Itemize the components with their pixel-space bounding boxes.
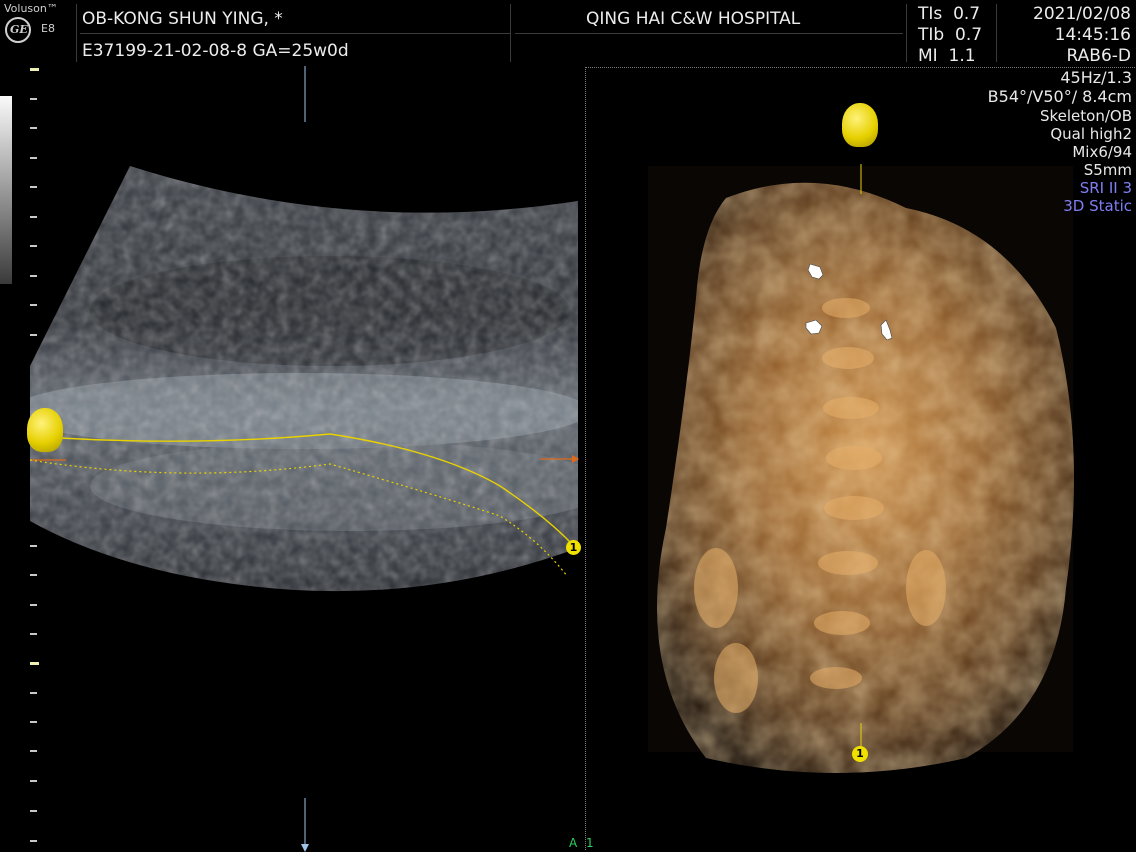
divider [80, 33, 510, 34]
render-3d-panel[interactable]: 1 [585, 67, 1135, 850]
quality-label: Qual high2 [1050, 125, 1132, 143]
patient-name: OB-KONG SHUN YING, * [82, 9, 283, 29]
slice-label: S5mm [1083, 161, 1132, 179]
divider [515, 33, 903, 34]
sri-label: SRI II 3 [1079, 179, 1132, 197]
header-bar: Voluson™ GE E8 OB-KONG SHUN YING, * E371… [0, 0, 1136, 66]
plane-label-a: A [569, 836, 578, 850]
ge-logo-icon: GE [5, 17, 31, 43]
divider [996, 4, 997, 62]
preset-label: Skeleton/OB [1039, 107, 1132, 125]
index-tis: TIs 0.7 [918, 4, 981, 24]
render-start-marker[interactable]: 1 [566, 540, 581, 555]
model-label: E8 [41, 22, 55, 35]
exam-date: 2021/02/08 [1033, 4, 1131, 24]
frame-rate: 45Hz/1.3 [1060, 68, 1132, 87]
divider [510, 4, 511, 62]
patient-id-ga: E37199-21-02-08-8 GA=25w0d [82, 41, 349, 61]
orientation-head-icon [842, 103, 878, 147]
hospital-name: QING HAI C&W HOSPITAL [586, 9, 801, 29]
divider [906, 4, 907, 62]
mode-label: 3D Static [1063, 197, 1132, 215]
bmode-image[interactable] [0, 66, 585, 852]
divider [76, 4, 77, 62]
mix-label: Mix6/94 [1072, 143, 1132, 161]
exam-time: 14:45:16 [1054, 25, 1131, 45]
render-end-marker[interactable]: 1 [852, 746, 868, 762]
volume-angles: B54°/V50°/ 8.4cm [987, 87, 1132, 106]
probe-name: RAB6-D [1066, 46, 1131, 66]
index-mi: MI 1.1 [918, 46, 976, 66]
orientation-head-icon [27, 408, 63, 452]
plane-label-1: 1 [586, 836, 594, 850]
index-tib: TIb 0.7 [918, 25, 983, 45]
brand-name: Voluson™ [4, 2, 58, 15]
